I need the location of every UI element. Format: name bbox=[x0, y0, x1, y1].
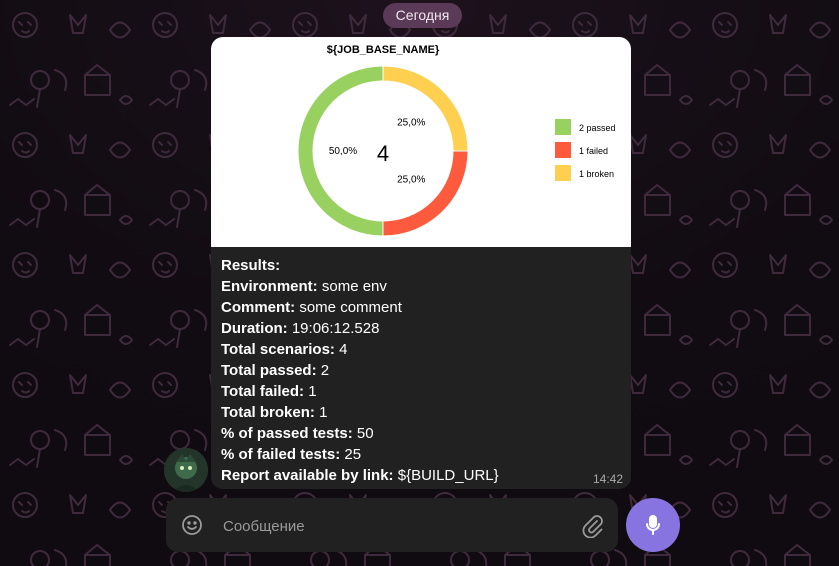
message-line: Comment: some comment bbox=[221, 297, 621, 318]
message-line-value: 25 bbox=[344, 446, 362, 463]
message-line: % of passed tests: 50 bbox=[221, 423, 621, 444]
message-input[interactable] bbox=[221, 513, 565, 539]
message-line-value: 2 bbox=[320, 362, 330, 379]
message-line-value: 1 bbox=[308, 383, 317, 400]
chart-legend: 2 passed 1 failed 1 broken bbox=[555, 119, 616, 181]
message-line-key: % of passed tests: bbox=[221, 425, 353, 442]
message-line-value: some env bbox=[321, 278, 387, 295]
message-line-value: 1 bbox=[319, 404, 328, 421]
donut-slice[interactable] bbox=[382, 65, 469, 152]
report-chart[interactable]: ${JOB_BASE_NAME} 50,0% 25,0% 25,0% 4 2 pas… bbox=[211, 37, 631, 247]
message-line-value: 50 bbox=[356, 425, 374, 442]
paperclip-icon[interactable] bbox=[580, 512, 604, 539]
message-line: % of failed tests: 25 bbox=[221, 444, 621, 465]
donut-slice[interactable] bbox=[382, 150, 469, 237]
legend-swatch bbox=[555, 142, 571, 158]
message-line: Environment: some env bbox=[221, 276, 621, 297]
voice-record-button[interactable] bbox=[626, 498, 680, 552]
message-line: Duration: 19:06:12.528 bbox=[221, 318, 621, 339]
message-line-key: Comment: bbox=[221, 299, 296, 316]
chart-title: ${JOB_BASE_NAME} bbox=[327, 44, 440, 56]
message-bubble[interactable]: ${JOB_BASE_NAME} 50,0% 25,0% 25,0% 4 2 pas… bbox=[211, 37, 631, 489]
slice-percent-label: 25,0% bbox=[397, 118, 425, 129]
message-line-value: 4 bbox=[339, 341, 348, 358]
slice-percent-label: 25,0% bbox=[397, 174, 425, 185]
chart-center-total: 4 bbox=[377, 141, 389, 166]
message-line-value: 19:06:12.528 bbox=[291, 320, 380, 337]
message-line-key: Duration: bbox=[221, 320, 288, 337]
message-line-key: Results: bbox=[221, 257, 281, 274]
message-line-key: Environment: bbox=[221, 278, 318, 295]
legend-swatch bbox=[555, 165, 571, 181]
legend-swatch bbox=[555, 119, 571, 135]
legend-label: 1 broken bbox=[579, 169, 614, 179]
sender-avatar[interactable] bbox=[164, 448, 208, 492]
message-composer bbox=[166, 498, 618, 552]
date-separator: Сегодня bbox=[383, 3, 462, 28]
message-text: Results: Environment: some env Comment: so… bbox=[221, 255, 621, 486]
legend-label: 2 passed bbox=[579, 123, 616, 133]
message-line: Results: bbox=[221, 255, 621, 276]
message-line-key: Total failed: bbox=[221, 383, 305, 400]
message-time: 14:42 bbox=[592, 472, 623, 486]
legend-label: 1 failed bbox=[579, 146, 608, 156]
message-line-key: % of failed tests: bbox=[221, 446, 341, 463]
slice-percent-label: 50,0% bbox=[329, 146, 357, 157]
message-line-key: Report available by link: bbox=[221, 467, 394, 484]
message-line: Report available by link: ${BUILD_URL} bbox=[221, 465, 621, 486]
message-line-key: Total scenarios: bbox=[221, 341, 335, 358]
message-line: Total broken: 1 bbox=[221, 402, 621, 423]
smile-icon[interactable] bbox=[180, 513, 204, 537]
message-line: Total failed: 1 bbox=[221, 381, 621, 402]
message-line-value: ${BUILD_URL} bbox=[397, 467, 499, 484]
message-line-key: Total broken: bbox=[221, 404, 315, 421]
message-line: Total scenarios: 4 bbox=[221, 339, 621, 360]
message-line-value: some comment bbox=[299, 299, 402, 316]
message-line: Total passed: 2 bbox=[221, 360, 621, 381]
message-line-key: Total passed: bbox=[221, 362, 317, 379]
microphone-icon bbox=[646, 515, 660, 535]
